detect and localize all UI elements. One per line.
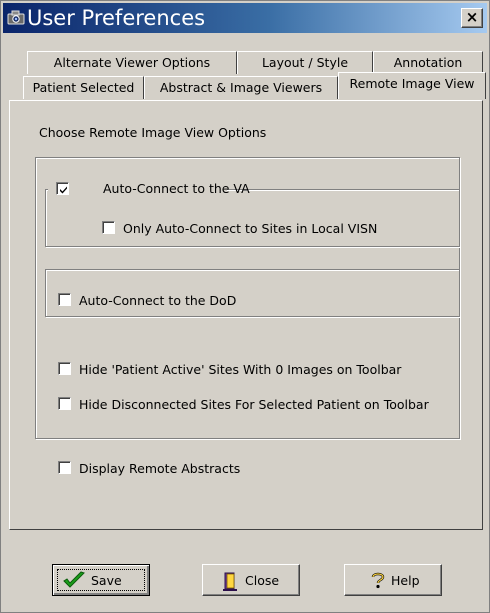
help-button[interactable]: Help [344, 564, 442, 596]
tab-label: Alternate Viewer Options [53, 55, 211, 70]
only-local-visn-checkbox[interactable] [102, 221, 115, 234]
save-label: Save [91, 573, 122, 588]
tab-abstract-image-viewers[interactable]: Abstract & Image Viewers [144, 76, 338, 99]
hide-patient-active-label: Hide 'Patient Active' Sites With 0 Image… [79, 362, 402, 377]
help-label: Help [391, 573, 420, 588]
display-remote-abstracts-label: Display Remote Abstracts [79, 461, 241, 476]
title-bar[interactable]: User Preferences × [3, 3, 487, 33]
close-button[interactable]: Close [202, 564, 300, 596]
tab-label: Annotation [393, 55, 463, 70]
tab-label: Remote Image View [349, 76, 475, 91]
checkmark-icon [63, 571, 85, 592]
window-title: User Preferences [27, 6, 206, 30]
window-close-button[interactable]: × [461, 8, 483, 28]
only-local-visn-label: Only Auto-Connect to Sites in Local VISN [123, 221, 378, 236]
close-label: Close [245, 573, 280, 588]
panel-heading: Choose Remote Image View Options [39, 125, 267, 140]
tab-label: Layout / Style [261, 55, 349, 70]
remote-image-view-panel: Choose Remote Image View Options Auto-Co… [9, 100, 483, 530]
tab-layout-style[interactable]: Layout / Style [237, 51, 373, 74]
tab-alternate-viewer-options[interactable]: Alternate Viewer Options [27, 51, 237, 74]
hide-disconnected-label: Hide Disconnected Sites For Selected Pat… [79, 397, 429, 412]
tab-remote-image-view[interactable]: Remote Image View [338, 72, 486, 99]
auto-connect-va-checkbox[interactable] [56, 182, 69, 195]
hide-patient-active-checkbox[interactable] [58, 362, 71, 375]
save-button[interactable]: Save [52, 564, 150, 596]
tab-label: Patient Selected [32, 80, 135, 95]
hide-disconnected-checkbox[interactable] [58, 397, 71, 410]
tab-annotation[interactable]: Annotation [373, 51, 483, 74]
va-option[interactable]: Auto-Connect to the VA [48, 180, 250, 198]
auto-connect-va-label: Auto-Connect to the VA [103, 181, 250, 196]
tab-label: Abstract & Image Viewers [159, 80, 323, 95]
auto-connect-dod-label: Auto-Connect to the DoD [79, 293, 237, 308]
tab-patient-selected[interactable]: Patient Selected [23, 76, 144, 99]
door-icon [223, 571, 239, 594]
camera-icon [7, 9, 25, 25]
auto-connect-dod-checkbox[interactable] [58, 293, 71, 306]
question-icon [369, 571, 387, 592]
display-remote-abstracts-checkbox[interactable] [58, 461, 71, 474]
user-preferences-window: User Preferences × Alternate Viewer Opti… [0, 0, 490, 613]
close-icon: × [465, 8, 479, 26]
